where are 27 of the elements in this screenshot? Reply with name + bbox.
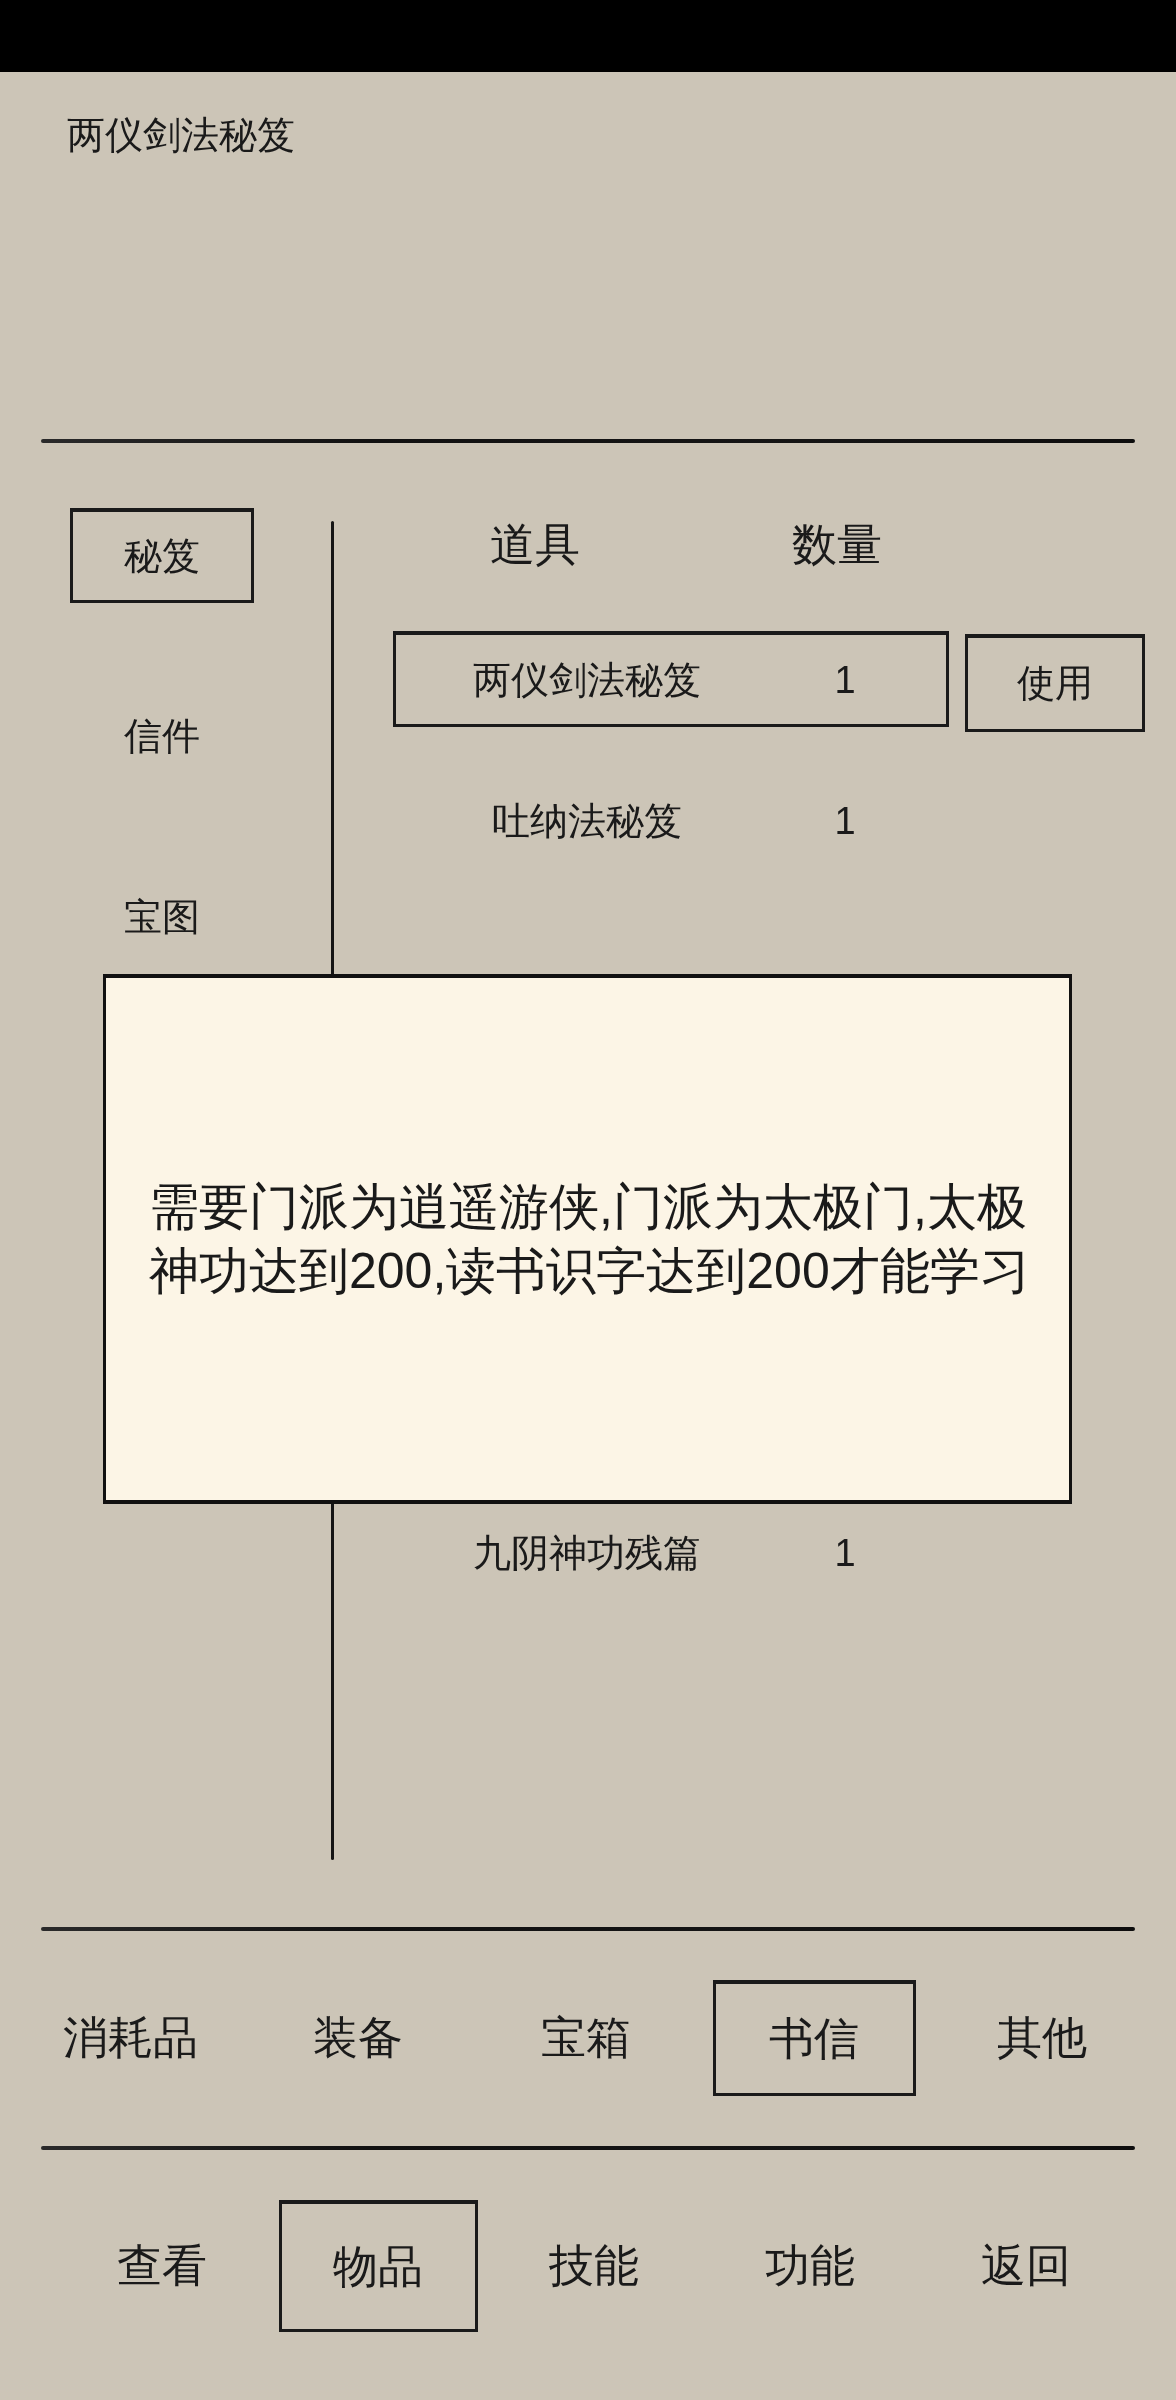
item-name: 九阴神功残篇 [473, 1531, 701, 1576]
column-header: 道具 [490, 518, 580, 572]
popup-message: 需要门派为逍遥游侠,门派为太极门,太极神功达到200,读书识字达到200才能学习 [149, 1178, 1031, 1301]
nav-tab[interactable]: 物品 [278, 2200, 478, 2332]
category-tab[interactable]: 其他 [940, 1980, 1144, 2096]
item-name: 吐纳法秘笈 [492, 799, 682, 844]
category-tab[interactable]: 宝箱 [484, 1980, 688, 2096]
item-name: 两仪剑法秘笈 [473, 657, 701, 703]
category-tab[interactable]: 书信 [712, 1980, 916, 2096]
category-tab[interactable]: 装备 [256, 1980, 460, 2096]
subcategory-tab[interactable]: 宝图 [70, 870, 254, 965]
nav-tab[interactable]: 返回 [926, 2200, 1126, 2332]
column-header: 数量 [792, 518, 882, 572]
item-quantity: 1 [834, 799, 856, 844]
item-title: 两仪剑法秘笈 [67, 113, 295, 158]
item-row[interactable]: 吐纳法秘笈 1 [393, 773, 949, 869]
subcategory-tab[interactable]: 秘笈 [70, 508, 254, 603]
nav-tab[interactable]: 技能 [494, 2200, 694, 2332]
item-quantity: 1 [834, 1531, 856, 1576]
item-row[interactable]: 九阴神功残篇 1 [393, 1505, 949, 1601]
subcategory-tab[interactable]: 信件 [70, 689, 254, 784]
item-row[interactable]: 两仪剑法秘笈 1 [393, 631, 949, 727]
category-tab[interactable]: 消耗品 [28, 1980, 232, 2096]
use-button[interactable]: 使用 [965, 634, 1145, 732]
item-quantity: 1 [834, 657, 856, 703]
nav-tab[interactable]: 功能 [710, 2200, 910, 2332]
nav-tab[interactable]: 查看 [62, 2200, 262, 2332]
